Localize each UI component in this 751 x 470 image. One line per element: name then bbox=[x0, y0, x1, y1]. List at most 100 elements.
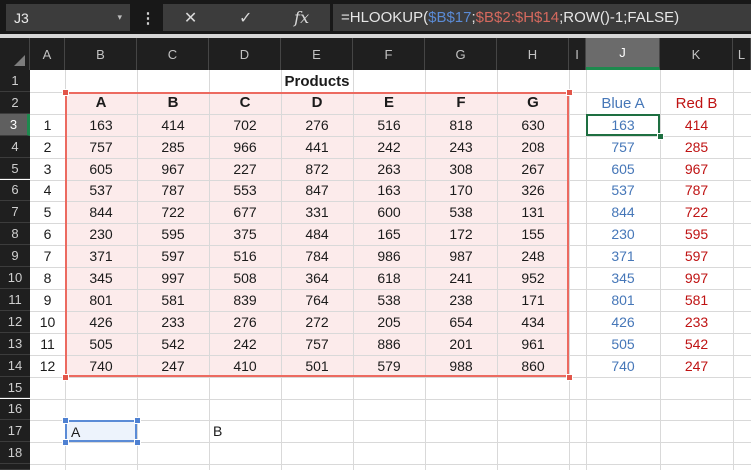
cell-F10[interactable]: 618 bbox=[353, 267, 425, 289]
select-all-button[interactable] bbox=[0, 38, 30, 70]
cell-H5[interactable]: 267 bbox=[497, 158, 569, 180]
cell-K8[interactable]: 595 bbox=[660, 223, 733, 245]
column-header-K[interactable]: K bbox=[660, 38, 733, 70]
cell-A5[interactable]: 3 bbox=[30, 158, 65, 180]
cell-H8[interactable]: 155 bbox=[497, 223, 569, 245]
cell-B10[interactable]: 345 bbox=[65, 267, 137, 289]
cell-A13[interactable]: 11 bbox=[30, 333, 65, 355]
range-handle[interactable] bbox=[134, 417, 141, 425]
cell-C12[interactable]: 233 bbox=[137, 311, 209, 333]
cell-K12[interactable]: 233 bbox=[660, 311, 733, 333]
cell-D14[interactable]: 410 bbox=[209, 355, 281, 377]
cell-J4[interactable]: 757 bbox=[586, 136, 660, 158]
cell-A12[interactable]: 10 bbox=[30, 311, 65, 333]
cell-D8[interactable]: 375 bbox=[209, 223, 281, 245]
cell-G4[interactable]: 243 bbox=[425, 136, 497, 158]
cell-E14[interactable]: 501 bbox=[281, 355, 353, 377]
cell-F9[interactable]: 986 bbox=[353, 245, 425, 267]
cell-B2[interactable]: A bbox=[65, 92, 137, 114]
cell-J7[interactable]: 844 bbox=[586, 201, 660, 223]
range-handle[interactable] bbox=[134, 439, 141, 447]
cell-E4[interactable]: 441 bbox=[281, 136, 353, 158]
cell-G6[interactable]: 170 bbox=[425, 180, 497, 202]
cell-E11[interactable]: 764 bbox=[281, 289, 353, 311]
cell-E6[interactable]: 847 bbox=[281, 180, 353, 202]
cell-D6[interactable]: 553 bbox=[209, 180, 281, 202]
column-header-I[interactable]: I bbox=[569, 38, 586, 70]
cell-H12[interactable]: 434 bbox=[497, 311, 569, 333]
cell-B12[interactable]: 426 bbox=[65, 311, 137, 333]
cell-F8[interactable]: 165 bbox=[353, 223, 425, 245]
cell-B9[interactable]: 371 bbox=[65, 245, 137, 267]
cell-E3[interactable]: 276 bbox=[281, 114, 353, 136]
range-handle[interactable] bbox=[566, 373, 573, 381]
cell-C14[interactable]: 247 bbox=[137, 355, 209, 377]
range-handle[interactable] bbox=[62, 88, 69, 96]
cell-F14[interactable]: 579 bbox=[353, 355, 425, 377]
cell-J2-blue-header[interactable]: Blue A bbox=[586, 92, 660, 114]
cell-B5[interactable]: 605 bbox=[65, 158, 137, 180]
row-header-7[interactable]: 7 bbox=[0, 201, 30, 224]
cell-C5[interactable]: 967 bbox=[137, 158, 209, 180]
cell-C6[interactable]: 787 bbox=[137, 180, 209, 202]
cell-E10[interactable]: 364 bbox=[281, 267, 353, 289]
cell-H14[interactable]: 860 bbox=[497, 355, 569, 377]
row-header-13[interactable]: 13 bbox=[0, 332, 30, 355]
cell-B14[interactable]: 740 bbox=[65, 355, 137, 377]
cell-D5[interactable]: 227 bbox=[209, 158, 281, 180]
fill-handle[interactable] bbox=[657, 132, 664, 140]
cancel-icon[interactable]: ✕ bbox=[184, 8, 197, 28]
cell-B13[interactable]: 505 bbox=[65, 333, 137, 355]
cell-F12[interactable]: 205 bbox=[353, 311, 425, 333]
cell-F13[interactable]: 886 bbox=[353, 333, 425, 355]
enter-icon[interactable]: ✓ bbox=[239, 8, 252, 28]
cell-C8[interactable]: 595 bbox=[137, 223, 209, 245]
cell-K13[interactable]: 542 bbox=[660, 333, 733, 355]
cell-D2[interactable]: C bbox=[209, 92, 281, 114]
cell-F11[interactable]: 538 bbox=[353, 289, 425, 311]
cell-H6[interactable]: 326 bbox=[497, 180, 569, 202]
cell-G10[interactable]: 241 bbox=[425, 267, 497, 289]
row-header-19[interactable] bbox=[0, 464, 30, 470]
row-header-12[interactable]: 12 bbox=[0, 310, 30, 333]
cell-J14[interactable]: 740 bbox=[586, 355, 660, 377]
range-handle[interactable] bbox=[62, 439, 69, 447]
cell-K6[interactable]: 787 bbox=[660, 180, 733, 202]
cell-D9[interactable]: 516 bbox=[209, 245, 281, 267]
cell-G7[interactable]: 538 bbox=[425, 201, 497, 223]
row-header-11[interactable]: 11 bbox=[0, 289, 30, 311]
range-handle[interactable] bbox=[62, 373, 69, 381]
column-header-A[interactable]: A bbox=[30, 38, 65, 70]
range-handle[interactable] bbox=[62, 417, 69, 425]
cell-C9[interactable]: 597 bbox=[137, 245, 209, 267]
name-box[interactable]: J3 ▾ bbox=[6, 4, 130, 31]
column-header-G[interactable]: G bbox=[425, 38, 497, 70]
row-header-4[interactable]: 4 bbox=[0, 135, 30, 158]
row-header-14[interactable]: 14 bbox=[0, 354, 30, 377]
column-header-J[interactable]: J bbox=[586, 38, 660, 70]
cell-A3[interactable]: 1 bbox=[30, 114, 65, 136]
cell-J11[interactable]: 801 bbox=[586, 289, 660, 311]
cell-E2[interactable]: D bbox=[281, 92, 353, 114]
cell-H10[interactable]: 952 bbox=[497, 267, 569, 289]
cell-H2[interactable]: G bbox=[497, 92, 569, 114]
cell-A7[interactable]: 5 bbox=[30, 201, 65, 223]
row-header-16[interactable]: 16 bbox=[0, 398, 30, 421]
row-header-17[interactable]: 17 bbox=[0, 420, 30, 443]
cell-G9[interactable]: 987 bbox=[425, 245, 497, 267]
cell-H9[interactable]: 248 bbox=[497, 245, 569, 267]
cell-K2-red-header[interactable]: Red B bbox=[660, 92, 733, 114]
column-header-E[interactable]: E bbox=[281, 38, 353, 70]
row-header-3[interactable]: 3 bbox=[0, 113, 30, 136]
cell-C11[interactable]: 581 bbox=[137, 289, 209, 311]
cell-D10[interactable]: 508 bbox=[209, 267, 281, 289]
cell-A8[interactable]: 6 bbox=[30, 223, 65, 245]
cell-D11[interactable]: 839 bbox=[209, 289, 281, 311]
cell-G3[interactable]: 818 bbox=[425, 114, 497, 136]
cell-D12[interactable]: 276 bbox=[209, 311, 281, 333]
cell-F4[interactable]: 242 bbox=[353, 136, 425, 158]
cell-J9[interactable]: 371 bbox=[586, 245, 660, 267]
row-header-6[interactable]: 6 bbox=[0, 179, 30, 202]
cell-B11[interactable]: 801 bbox=[65, 289, 137, 311]
cell-A4[interactable]: 2 bbox=[30, 136, 65, 158]
